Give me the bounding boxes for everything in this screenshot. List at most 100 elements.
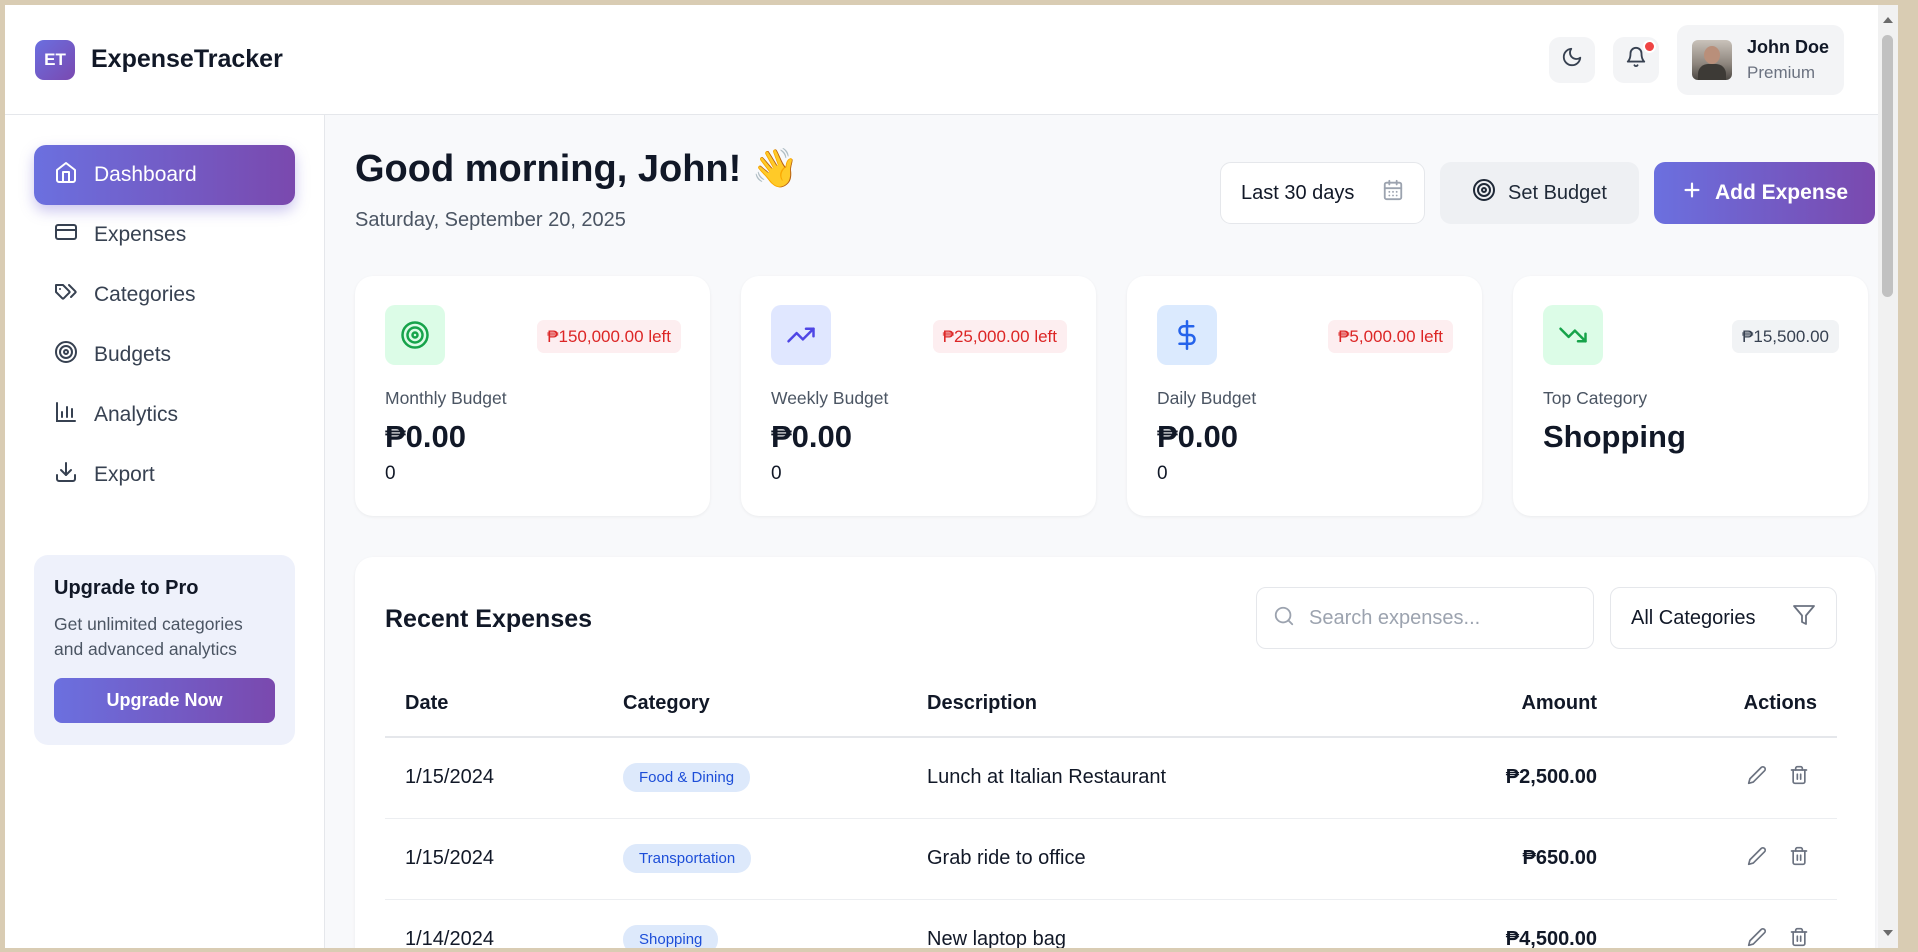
expense-description: Lunch at Italian Restaurant [907,737,1367,819]
column-header-category[interactable]: Category [603,671,907,738]
card-label: Weekly Budget [771,388,889,408]
card-value: ₱0.00 [771,419,853,454]
scroll-down-arrow[interactable] [1883,930,1893,936]
recent-expenses-panel: Recent Expenses All Categories Date Cate… [355,557,1875,948]
home-icon [54,160,78,190]
app-window: ET ExpenseTracker John Doe Premium Dashb… [5,5,1898,948]
set-budget-button[interactable]: Set Budget [1440,162,1639,224]
scroll-up-arrow[interactable] [1883,17,1893,23]
sidebar-item-label: Dashboard [94,163,197,186]
expense-amount: ₱2,500.00 [1367,737,1617,819]
expense-description: New laptop bag [907,899,1367,948]
search-box[interactable] [1256,587,1594,649]
row-actions [1637,846,1817,872]
expense-date: 1/15/2024 [385,737,603,819]
sidebar-item-label: Export [94,463,155,486]
category-filter-label: All Categories [1631,606,1756,629]
trash-icon[interactable] [1789,927,1809,949]
card-label: Daily Budget [1157,388,1257,408]
date-range-picker[interactable]: Last 30 days [1220,162,1425,224]
trending-up-icon [771,305,831,365]
edit-icon[interactable] [1747,927,1767,949]
scroll-thumb[interactable] [1882,35,1893,297]
row-actions [1637,765,1817,791]
expenses-table: Date Category Description Amount Actions… [385,671,1837,948]
column-header-description[interactable]: Description [907,671,1367,738]
table-header-row: Date Category Description Amount Actions [385,671,1837,738]
moon-icon [1561,46,1583,73]
trash-icon[interactable] [1789,846,1809,872]
category-pill: Shopping [623,925,719,948]
date-range-label: Last 30 days [1241,181,1355,204]
search-icon [1273,605,1295,632]
budget-left-badge: ₱150,000.00 left [537,320,681,353]
edit-icon[interactable] [1747,765,1767,791]
logo-mark: ET [35,39,75,80]
user-tier: Premium [1746,62,1815,82]
edit-icon[interactable] [1747,846,1767,872]
filter-icon [1792,603,1816,633]
expense-description: Grab ride to office [907,818,1367,900]
user-info: John Doe Premium [1747,37,1829,83]
top-category-amount-badge: ₱15,500.00 [1732,320,1839,353]
sidebar-item-label: Analytics [94,403,179,426]
upgrade-description: Get unlimited categories and advanced an… [54,614,243,659]
sidebar-item-label: Expenses [94,223,187,246]
column-header-actions: Actions [1617,671,1837,738]
expense-amount: ₱4,500.00 [1367,899,1617,948]
card-value: ₱0.00 [1157,419,1239,454]
stat-cards: ₱150,000.00 left Monthly Budget ₱0.00 0 … [355,276,1868,516]
user-menu[interactable]: John Doe Premium [1676,24,1844,95]
vertical-scrollbar[interactable] [1878,5,1898,948]
upgrade-now-button[interactable]: Upgrade Now [54,678,275,723]
calendar-icon [1382,179,1404,207]
sidebar-item-export[interactable]: Export [34,445,295,505]
theme-toggle-button[interactable] [1548,36,1595,83]
credit-card-icon [54,220,78,250]
expense-amount: ₱650.00 [1367,818,1617,900]
budget-left-badge: ₱5,000.00 left [1328,320,1453,353]
table-row: 1/14/2024 Shopping New laptop bag ₱4,500… [385,899,1837,948]
trash-icon[interactable] [1789,765,1809,791]
add-expense-button[interactable]: Add Expense [1654,162,1875,224]
target-icon [1472,178,1496,208]
card-subvalue: 0 [771,463,782,484]
card-label: Monthly Budget [385,388,507,408]
download-icon [54,460,78,490]
sidebar-item-categories[interactable]: Categories [34,265,295,325]
search-input[interactable] [1309,606,1569,630]
card-subvalue: 0 [385,463,396,484]
top-bar: ET ExpenseTracker John Doe Premium [5,5,1898,115]
upgrade-card: Upgrade to Pro Get unlimited categories … [34,555,295,745]
app-name[interactable]: ExpenseTracker [91,45,283,74]
stat-card-weekly-budget: ₱25,000.00 left Weekly Budget ₱0.00 0 [741,276,1096,516]
card-value: Shopping [1543,419,1686,454]
page-title: Good morning, John! 👋 [355,148,800,190]
sidebar-item-label: Categories [94,283,196,306]
stat-card-daily-budget: ₱5,000.00 left Daily Budget ₱0.00 0 [1127,276,1482,516]
user-name: John Doe [1746,36,1829,57]
budget-left-badge: ₱25,000.00 left [932,320,1067,353]
plus-icon [1681,179,1703,207]
sidebar: Dashboard Expenses Categories Budgets An… [5,115,325,948]
stat-card-top-category: ₱15,500.00 Top Category Shopping [1513,276,1868,516]
column-header-date[interactable]: Date [385,671,603,738]
bar-chart-icon [54,400,78,430]
page-actions: Last 30 days Set Budget Add Expense [1220,162,1875,224]
notification-dot [1642,39,1656,53]
avatar [1691,39,1732,80]
section-title: Recent Expenses [385,605,593,633]
sidebar-item-budgets[interactable]: Budgets [34,325,295,385]
sidebar-item-dashboard[interactable]: Dashboard [34,145,295,205]
notifications-button[interactable] [1612,36,1659,83]
upgrade-title: Upgrade to Pro [54,577,199,599]
table-row: 1/15/2024 Food & Dining Lunch at Italian… [385,737,1837,819]
column-header-amount[interactable]: Amount [1367,671,1617,738]
category-pill: Transportation [623,844,752,873]
sidebar-item-expenses[interactable]: Expenses [34,205,295,265]
category-filter-select[interactable]: All Categories [1610,587,1837,649]
sidebar-item-analytics[interactable]: Analytics [34,385,295,445]
stat-card-monthly-budget: ₱150,000.00 left Monthly Budget ₱0.00 0 [355,276,710,516]
table-row: 1/15/2024 Transportation Grab ride to of… [385,818,1837,900]
card-value: ₱0.00 [385,419,467,454]
